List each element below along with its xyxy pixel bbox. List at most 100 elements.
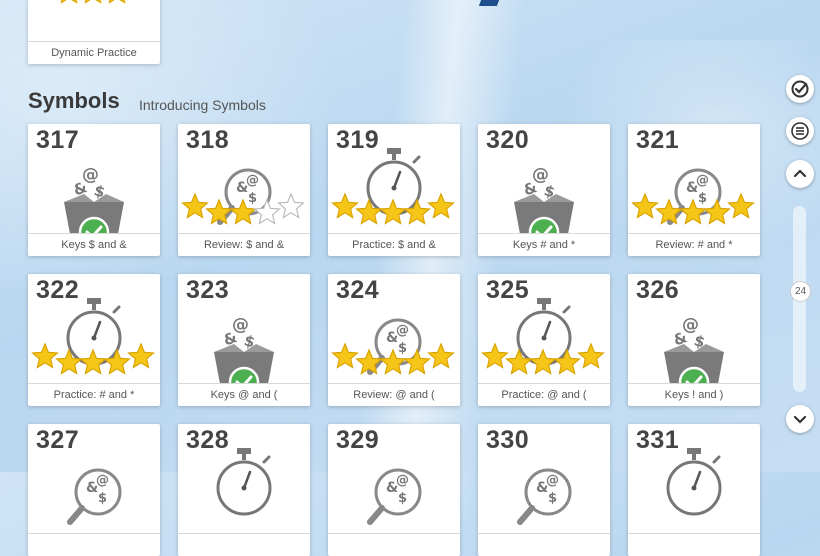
svg-text:@: @ <box>696 173 709 188</box>
card-label: Review: @ and ( <box>328 383 460 406</box>
svg-text:$: $ <box>548 491 557 506</box>
star-rating <box>481 342 605 375</box>
stopwatch-icon <box>666 448 722 516</box>
svg-text:$: $ <box>398 491 407 506</box>
star-filled-icon <box>577 342 605 369</box>
lesson-card-329[interactable]: 329 & @ $ <box>328 424 460 556</box>
chevron-up-icon <box>793 169 807 178</box>
lesson-card-321[interactable]: 321 & @ $ Review: # and * <box>628 124 760 256</box>
lesson-card-328[interactable]: 328 <box>178 424 310 556</box>
card-label <box>328 533 460 556</box>
svg-text:@: @ <box>546 473 559 488</box>
card-label: Keys @ and ( <box>178 383 310 406</box>
check-badge-icon <box>678 366 710 384</box>
review-art: &@$ <box>331 318 455 375</box>
check-badge-icon <box>78 216 110 234</box>
star-filled-icon <box>181 192 209 219</box>
keys-box-art: @& $ <box>214 315 274 384</box>
dynamic-practice-card[interactable]: Dynamic Practice <box>28 0 160 64</box>
lesson-card-327[interactable]: 327 & @ $ <box>28 424 160 556</box>
lesson-card-317[interactable]: 317 @ & $ Keys $ and & <box>28 124 160 256</box>
check-circle-icon <box>791 80 809 98</box>
practice-art <box>481 298 605 375</box>
card-label: Keys ! and ) <box>628 383 760 406</box>
star-rating <box>60 0 126 4</box>
lesson-card-318[interactable]: 318 & @ $ Review: $ and & <box>178 124 310 256</box>
scroll-down-button[interactable] <box>786 405 814 433</box>
star-filled-icon <box>127 342 155 369</box>
card-label: Practice: # and * <box>28 383 160 406</box>
svg-text:@: @ <box>396 323 409 338</box>
svg-text:@: @ <box>96 473 109 488</box>
check-badge-icon <box>528 216 560 234</box>
star-filled-icon <box>84 0 102 4</box>
practice-art <box>216 448 272 516</box>
card-label <box>628 533 760 556</box>
svg-text:$: $ <box>398 341 407 356</box>
review-art: &@$ <box>631 168 755 225</box>
svg-text:$: $ <box>248 191 257 206</box>
star-filled-icon <box>427 342 455 369</box>
svg-text:$: $ <box>698 191 707 206</box>
lesson-card-331[interactable]: 331 <box>628 424 760 556</box>
card-label <box>478 533 610 556</box>
scroll-up-button[interactable] <box>786 160 814 188</box>
card-label: Practice: @ and ( <box>478 383 610 406</box>
lesson-card-330[interactable]: 330 & @ $ <box>478 424 610 556</box>
star-filled-icon <box>60 0 78 4</box>
stopwatch-icon <box>216 448 272 516</box>
star-filled-icon <box>31 342 59 369</box>
keys-box-art: @& $ <box>664 315 724 384</box>
magnifier-icon: &@$ <box>67 468 122 525</box>
check-badge-icon <box>228 366 260 384</box>
star-filled-icon <box>427 192 455 219</box>
chevron-down-icon <box>793 415 807 424</box>
card-label: Keys $ and & <box>28 233 160 256</box>
star-rating <box>181 192 305 225</box>
lesson-card-323[interactable]: 323 @ & $ Keys @ and ( <box>178 274 310 406</box>
star-rating <box>331 192 455 225</box>
review-art: &@$ <box>367 468 422 525</box>
practice-art <box>31 298 155 375</box>
card-label <box>178 533 310 556</box>
lesson-card-326[interactable]: 326 @ & $ Keys ! and ) <box>628 274 760 406</box>
menu-button[interactable] <box>786 117 814 145</box>
card-label: Dynamic Practice <box>28 41 160 64</box>
magnifier-icon: &@$ <box>517 468 572 525</box>
star-rating <box>31 342 155 375</box>
card-label: Keys # and * <box>478 233 610 256</box>
keys-box-art: @& $ <box>514 165 574 234</box>
review-art: &@$ <box>181 168 305 225</box>
lesson-card-319[interactable]: 319 Practice: $ and & <box>328 124 460 256</box>
scroll-position[interactable]: 24 <box>790 281 811 302</box>
card-label <box>28 533 160 556</box>
menu-icon <box>791 122 809 140</box>
practice-art <box>331 148 455 225</box>
lesson-card-322[interactable]: 322 Practice: # and * <box>28 274 160 406</box>
star-filled-icon <box>108 0 126 4</box>
star-empty-icon <box>277 192 305 219</box>
star-filled-icon <box>481 342 509 369</box>
lesson-card-320[interactable]: 320 @ & $ Keys # and * <box>478 124 610 256</box>
star-rating <box>631 192 755 225</box>
star-filled-icon <box>331 342 359 369</box>
star-filled-icon <box>727 192 755 219</box>
review-art: &@$ <box>517 468 572 525</box>
svg-text:@: @ <box>396 473 409 488</box>
lesson-card-325[interactable]: 325 Practice: @ and ( <box>478 274 610 406</box>
section-title: Symbols <box>28 88 120 113</box>
review-art: &@$ <box>67 468 122 525</box>
star-rating <box>331 342 455 375</box>
svg-text:@: @ <box>246 173 259 188</box>
magnifier-icon: &@$ <box>367 468 422 525</box>
star-filled-icon <box>631 192 659 219</box>
star-filled-icon <box>331 192 359 219</box>
lesson-card-324[interactable]: 324 & @ $ Review: @ and ( <box>328 274 460 406</box>
section-subtitle: Introducing Symbols <box>139 97 266 113</box>
check-button[interactable] <box>786 75 814 103</box>
card-label: Practice: $ and & <box>328 233 460 256</box>
card-label: Review: # and * <box>628 233 760 256</box>
svg-text:$: $ <box>98 491 107 506</box>
card-label: Review: $ and & <box>178 233 310 256</box>
practice-art <box>666 448 722 516</box>
